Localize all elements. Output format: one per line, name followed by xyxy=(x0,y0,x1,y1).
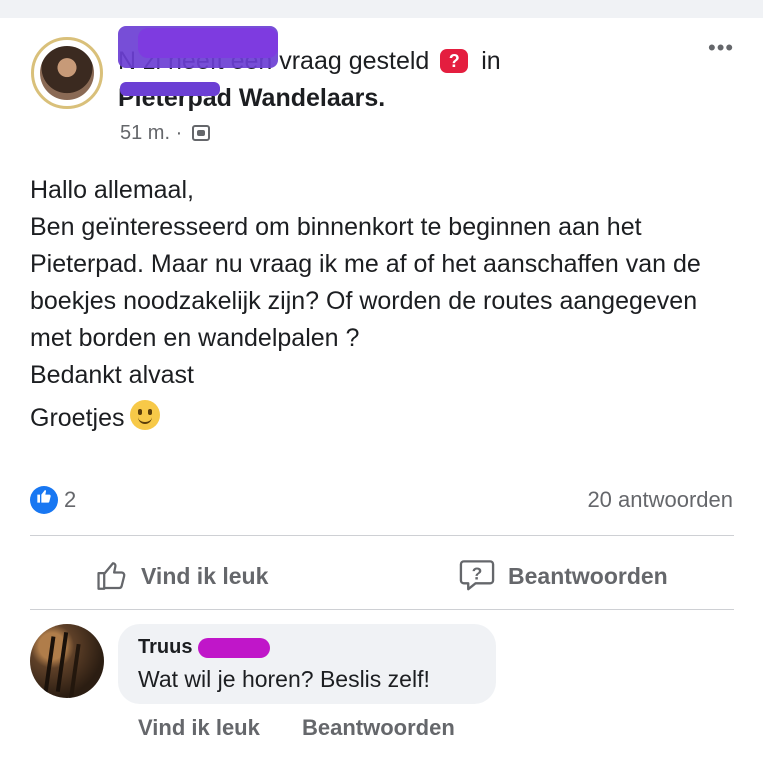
redaction-mark xyxy=(138,28,278,58)
comment-bubble: Truus Wat wil je horen? Beslis zelf! xyxy=(118,624,496,704)
author-avatar[interactable] xyxy=(31,37,103,109)
reaction-count[interactable]: 2 xyxy=(64,485,76,515)
comment-text: Wat wil je horen? Beslis zelf! xyxy=(138,666,430,692)
post-text-line: Ben geïnteresseerd om binnenkort te begi… xyxy=(30,213,701,352)
group-icon xyxy=(191,125,210,141)
commenter-name[interactable]: Truus xyxy=(138,634,192,660)
post-body: Hallo allemaal, Ben geïnteresseerd om bi… xyxy=(30,172,740,437)
thumbs-up-icon xyxy=(97,562,126,590)
like-button[interactable]: Vind ik leuk xyxy=(95,556,268,596)
question-badge-icon: ? xyxy=(440,49,469,73)
question-bubble-icon: ? xyxy=(459,560,495,591)
divider xyxy=(30,609,734,610)
post-text-line: Groetjes xyxy=(30,400,740,437)
top-strip xyxy=(0,0,763,18)
like-reaction-icon[interactable] xyxy=(30,486,58,514)
redaction-mark xyxy=(198,638,270,658)
comment-like-button[interactable]: Vind ik leuk xyxy=(138,714,260,742)
post-text-line: Hallo allemaal, xyxy=(30,176,194,204)
post-time[interactable]: 51 m. · xyxy=(120,122,182,144)
in-text: in xyxy=(481,47,501,75)
commenter-avatar[interactable] xyxy=(30,624,104,698)
post-text-line: Bedankt alvast xyxy=(30,361,194,389)
svg-text:?: ? xyxy=(472,564,483,584)
comment-reply-button[interactable]: Beantwoorden xyxy=(302,714,455,742)
smiley-emoji-icon xyxy=(130,400,161,430)
divider xyxy=(30,535,734,536)
answer-button[interactable]: ? Beantwoorden xyxy=(458,556,668,596)
answer-button-label: Beantwoorden xyxy=(508,562,668,589)
post-meta: 51 m. · xyxy=(120,120,210,146)
redaction-mark xyxy=(120,82,220,96)
like-button-label: Vind ik leuk xyxy=(141,562,269,589)
answers-count[interactable]: 20 antwoorden xyxy=(587,485,733,515)
more-options-icon[interactable]: ••• xyxy=(708,37,748,59)
